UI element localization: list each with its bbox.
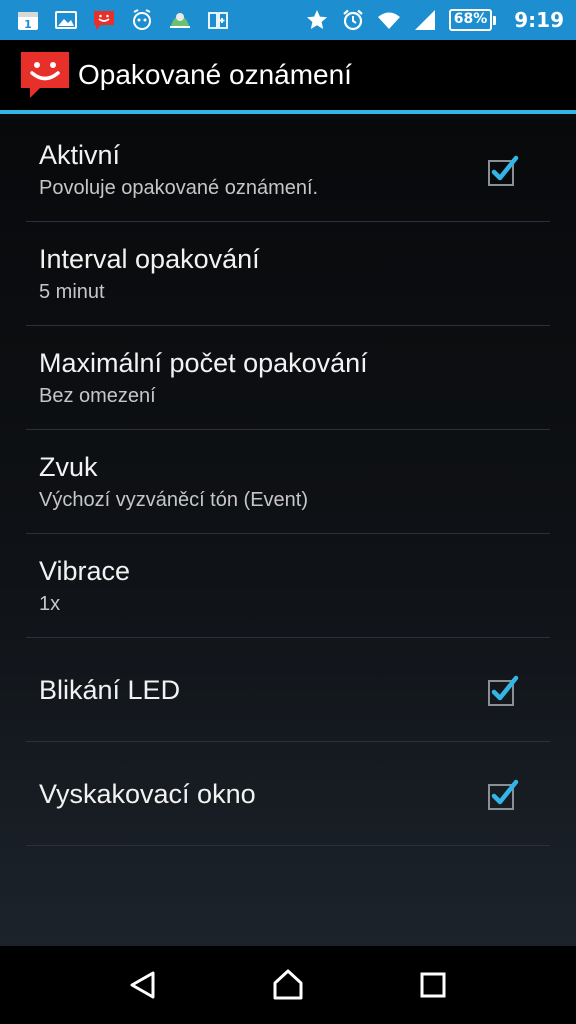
pref-summary: 1x	[39, 592, 61, 615]
pref-max-repeats[interactable]: Maximální počet opakování Bez omezení	[26, 326, 550, 430]
pref-summary: 5 minut	[39, 280, 105, 303]
led-blink-checkbox[interactable]	[484, 672, 520, 708]
pref-active[interactable]: Aktivní Povoluje opakované oznámení.	[26, 118, 550, 222]
preference-screen: Aktivní Povoluje opakované oznámení. Int…	[0, 118, 576, 946]
preference-list: Aktivní Povoluje opakované oznámení. Int…	[26, 118, 550, 846]
recents-icon	[420, 972, 446, 998]
pref-summary: Povoluje opakované oznámení.	[39, 176, 319, 199]
weather-icon	[168, 8, 192, 32]
app-notification-icon	[92, 8, 116, 32]
pref-title: Zvuk	[39, 451, 98, 482]
alarm-robot-icon	[130, 8, 154, 32]
pref-title: Interval opakování	[39, 243, 260, 274]
pref-led-blink[interactable]: Blikání LED	[26, 638, 550, 742]
pref-title: Blikání LED	[39, 674, 181, 705]
signal-icon	[413, 8, 437, 32]
home-icon	[273, 969, 303, 1000]
wifi-icon	[377, 8, 401, 32]
pref-vibration[interactable]: Vibrace 1x	[26, 534, 550, 638]
recents-button[interactable]	[403, 955, 463, 1015]
pref-popup-window[interactable]: Vyskakovací okno	[26, 742, 550, 846]
pref-title: Vibrace	[39, 555, 131, 586]
active-checkbox[interactable]	[484, 152, 520, 188]
svg-text:1: 1	[24, 18, 32, 31]
popup-window-checkbox[interactable]	[484, 776, 520, 812]
battery-level: 68%	[448, 9, 493, 31]
pref-repeat-interval[interactable]: Interval opakování 5 minut	[26, 222, 550, 326]
notification-icons: 1	[0, 8, 230, 32]
clock: 9:19	[514, 8, 564, 32]
back-button[interactable]	[113, 955, 173, 1015]
pref-title: Maximální počet opakování	[39, 347, 368, 378]
back-icon	[130, 971, 155, 999]
pref-summary: Výchozí vyzváněcí tón (Event)	[39, 488, 309, 511]
battery-indicator: 68%	[448, 9, 497, 31]
pref-title: Vyskakovací okno	[39, 778, 256, 809]
status-bar: 1 68% 9:19	[0, 0, 576, 40]
star-icon	[305, 8, 329, 32]
calendar-icon: 1	[16, 8, 40, 32]
home-button[interactable]	[258, 955, 318, 1015]
system-icons: 68% 9:19	[305, 8, 576, 32]
pref-sound[interactable]: Zvuk Výchozí vyzváněcí tón (Event)	[26, 430, 550, 534]
pref-title: Aktivní	[39, 139, 121, 170]
navigation-bar	[0, 946, 576, 1024]
app-logo-icon[interactable]	[18, 48, 72, 102]
alarm-clock-icon	[341, 8, 365, 32]
action-bar: Opakované oznámení	[0, 40, 576, 114]
book-icon	[206, 8, 230, 32]
page-title: Opakované oznámení	[78, 59, 352, 90]
pref-summary: Bez omezení	[39, 384, 156, 407]
image-icon	[54, 8, 78, 32]
